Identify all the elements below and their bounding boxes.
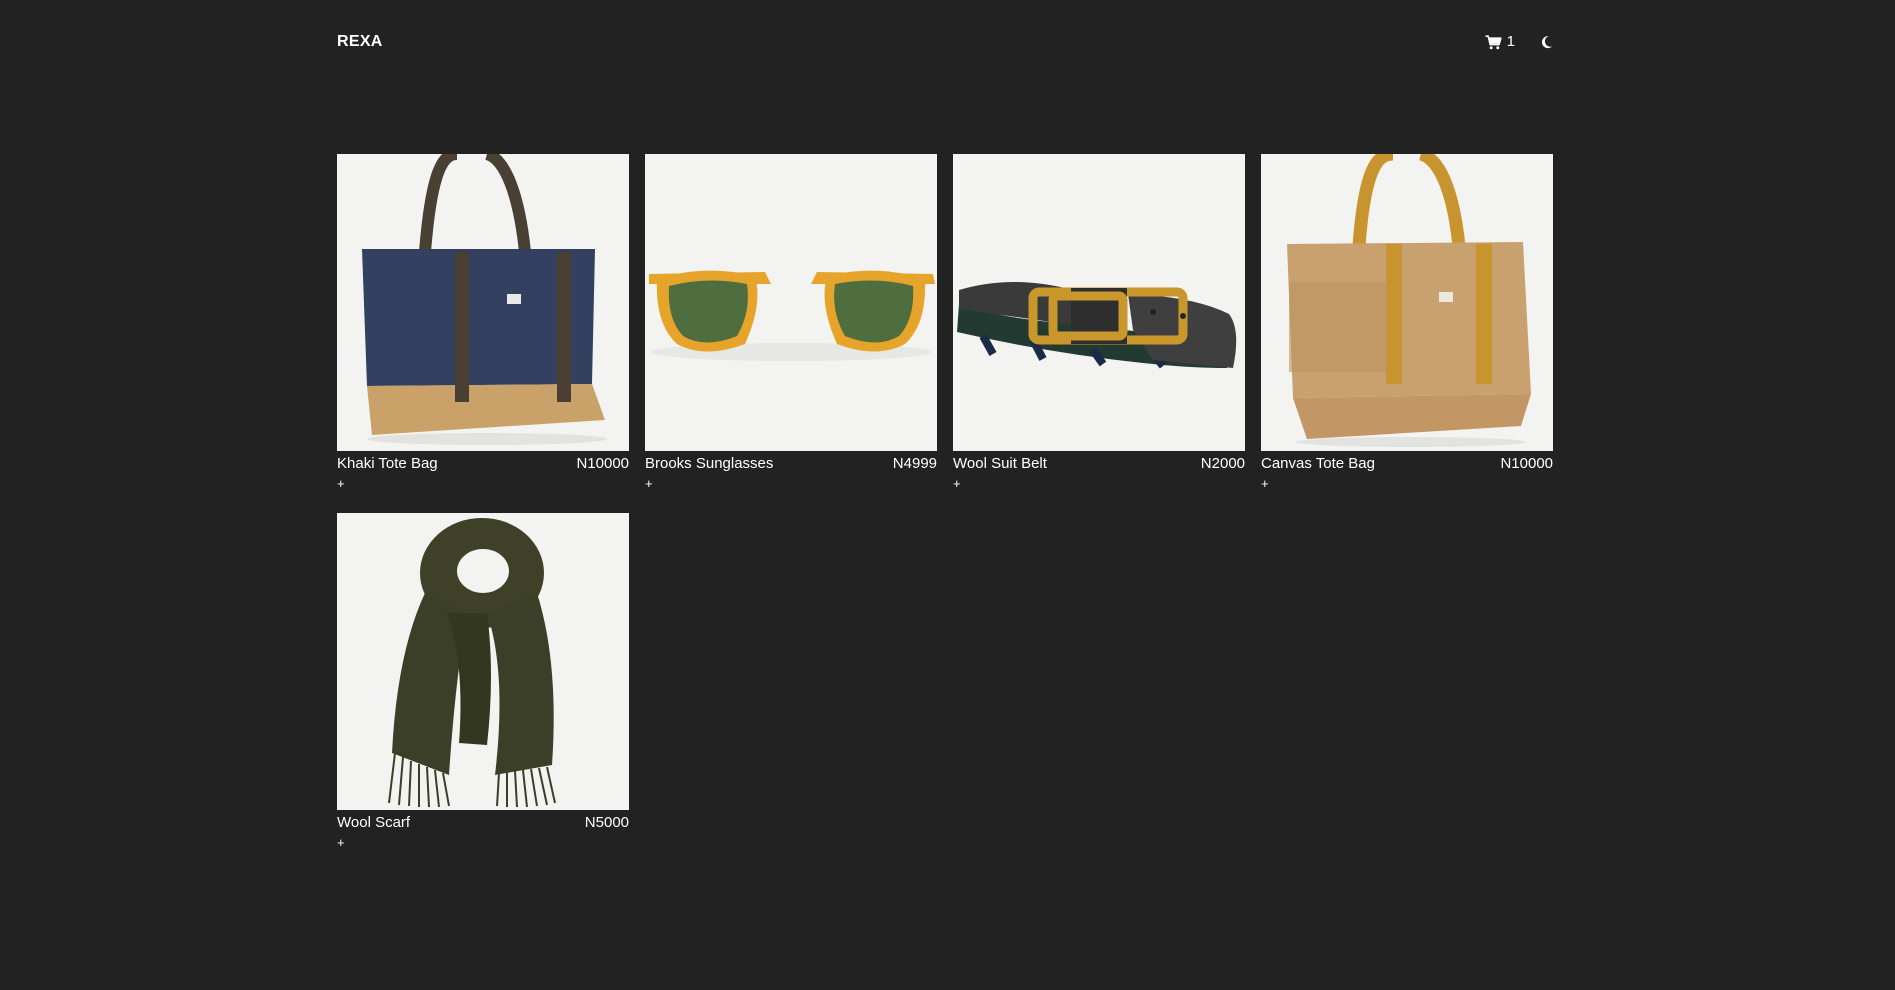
add-to-cart-button[interactable]: + xyxy=(953,477,961,491)
product-meta: Wool Suit Belt N2000 xyxy=(953,454,1245,473)
product-card: Wool Scarf N5000 + xyxy=(337,513,629,852)
product-image-sunglasses[interactable] xyxy=(645,154,937,451)
header-actions: 1 xyxy=(1485,32,1553,52)
product-image-belt[interactable] xyxy=(953,154,1245,451)
product-image-wool-scarf[interactable] xyxy=(337,513,629,810)
product-name[interactable]: Wool Scarf xyxy=(337,813,410,832)
product-grid: Khaki Tote Bag N10000 + Brooks Sunglasse… xyxy=(337,154,1553,852)
product-price: N2000 xyxy=(1200,455,1245,472)
product-image-tan-tote[interactable] xyxy=(1261,154,1553,451)
product-image-navy-tote[interactable] xyxy=(337,154,629,451)
brand-logo[interactable]: REXA xyxy=(337,32,383,52)
product-card: Canvas Tote Bag N10000 + xyxy=(1261,154,1553,493)
theme-toggle-button[interactable] xyxy=(1540,35,1553,49)
product-price: N10000 xyxy=(576,455,629,472)
cart-count-badge: 1 xyxy=(1506,33,1515,50)
crescent-moon-icon xyxy=(1540,35,1553,49)
site-header: REXA 1 xyxy=(337,32,1553,52)
cart-button[interactable]: 1 xyxy=(1485,32,1515,52)
add-to-cart-button[interactable]: + xyxy=(645,477,653,491)
product-meta: Wool Scarf N5000 xyxy=(337,813,629,832)
product-price: N10000 xyxy=(1500,455,1553,472)
shopping-cart-icon xyxy=(1485,34,1502,50)
product-name[interactable]: Brooks Sunglasses xyxy=(645,454,773,473)
product-card: Brooks Sunglasses N4999 + xyxy=(645,154,937,493)
product-card: Khaki Tote Bag N10000 + xyxy=(337,154,629,493)
product-name[interactable]: Khaki Tote Bag xyxy=(337,454,438,473)
product-price: N4999 xyxy=(892,455,937,472)
product-meta: Canvas Tote Bag N10000 xyxy=(1261,454,1553,473)
add-to-cart-button[interactable]: + xyxy=(337,477,345,491)
product-meta: Khaki Tote Bag N10000 xyxy=(337,454,629,473)
product-meta: Brooks Sunglasses N4999 xyxy=(645,454,937,473)
product-name[interactable]: Canvas Tote Bag xyxy=(1261,454,1375,473)
add-to-cart-button[interactable]: + xyxy=(1261,477,1269,491)
product-price: N5000 xyxy=(584,814,629,831)
product-card: Wool Suit Belt N2000 + xyxy=(953,154,1245,493)
add-to-cart-button[interactable]: + xyxy=(337,836,345,850)
product-name[interactable]: Wool Suit Belt xyxy=(953,454,1047,473)
